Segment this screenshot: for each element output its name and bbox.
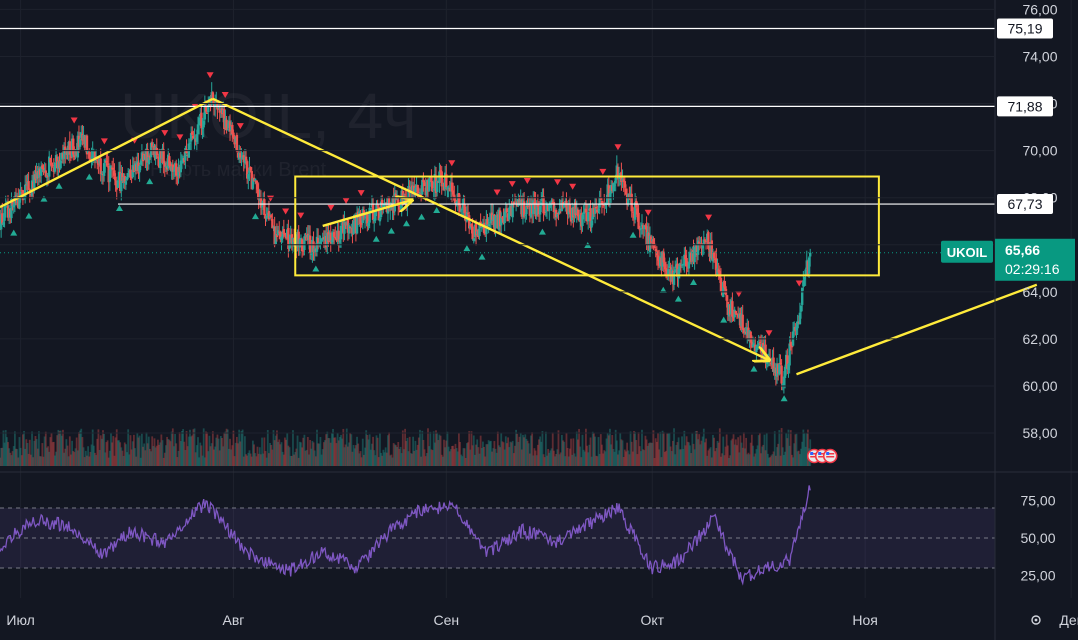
candle-body[interactable] (778, 364, 781, 375)
buy-signal-marker (720, 316, 728, 323)
sell-signal-marker (357, 190, 365, 197)
rsi-axis[interactable]: 75,00 50,00 25,00 (1020, 493, 1055, 584)
candle-body[interactable] (731, 301, 734, 317)
price-tick-label: 60,00 (1022, 378, 1057, 394)
sell-signal-marker (493, 189, 501, 196)
candle-body[interactable] (4, 206, 7, 208)
sell-signal-marker (795, 280, 803, 287)
rsi-tick-label: 75,00 (1020, 493, 1055, 509)
sell-signal-marker (644, 209, 652, 216)
time-tick-label: Ноя (852, 612, 877, 628)
price-pane[interactable]: UKOIL, 4ч Нефть марки Brent (0, 27, 1038, 466)
buy-signal-marker (387, 227, 395, 234)
candle-body[interactable] (505, 208, 509, 213)
buy-signal-marker (312, 265, 320, 272)
candle-body[interactable] (471, 226, 474, 240)
rsi-tick-label: 50,00 (1020, 530, 1055, 546)
event-flag-icon[interactable] (822, 448, 838, 464)
buy-signal-marker (25, 212, 33, 219)
buy-signal-marker (538, 228, 546, 235)
buy-signal-marker (402, 220, 410, 227)
sell-signal-marker (448, 160, 456, 167)
candle-body[interactable] (741, 314, 744, 330)
economic-events[interactable] (806, 448, 838, 464)
range-rectangle[interactable] (294, 175, 880, 277)
buy-signal-marker (40, 195, 48, 202)
time-tick-label: Дек (1059, 612, 1078, 628)
candle-body[interactable] (494, 215, 497, 229)
current-price-label: 65,66 (1005, 242, 1040, 258)
sell-signal-marker (327, 204, 335, 211)
sell-signal-marker (599, 168, 607, 175)
candle-body[interactable] (263, 199, 266, 216)
sell-signal-marker (282, 208, 290, 215)
buy-signal-marker (629, 231, 637, 238)
candle-body[interactable] (780, 365, 783, 384)
candle-body[interactable] (672, 272, 676, 285)
buy-signal-marker (750, 365, 758, 372)
sell-signal-marker (100, 138, 108, 145)
level-badge-label: 71,88 (1007, 98, 1042, 114)
sell-signal-marker (70, 117, 78, 124)
symbol-tag-label: UKOIL (947, 245, 988, 260)
price-tick-label: 70,00 (1022, 143, 1057, 159)
price-tick-label: 62,00 (1022, 331, 1057, 347)
price-tick-label: 74,00 (1022, 48, 1057, 64)
buy-signal-marker (372, 235, 380, 242)
candle-body[interactable] (124, 181, 128, 185)
rsi-pane[interactable] (0, 485, 995, 586)
price-tick-label: 76,00 (1022, 1, 1057, 17)
time-tick-label: Июл (6, 612, 34, 628)
watermark-title: UKOIL, 4ч (120, 80, 417, 152)
volume-bars (0, 428, 812, 466)
price-tick-label: 64,00 (1022, 284, 1057, 300)
sell-signal-marker (569, 183, 577, 190)
sell-signal-marker (342, 197, 350, 204)
time-tick-label: Сен (433, 612, 459, 628)
countdown-label: 02:29:16 (1005, 261, 1060, 277)
settings-icon[interactable] (1031, 615, 1041, 625)
candle-body[interactable] (587, 212, 590, 222)
buy-signal-marker (478, 253, 486, 260)
trend-arrow[interactable] (212, 97, 769, 360)
candle-body[interactable] (809, 252, 812, 257)
buy-signal-marker (10, 229, 18, 236)
buy-signal-marker (418, 213, 426, 220)
sell-signal-marker (554, 179, 562, 186)
time-tick-label: Авг (223, 612, 245, 628)
rsi-tick-label: 25,00 (1020, 568, 1055, 584)
chart-root[interactable]: Июл Авг Сен Окт Ноя Дек UKOIL, 4ч Нефть марки… (0, 0, 1078, 640)
buy-signal-marker (689, 279, 697, 286)
trend-line[interactable] (796, 283, 1038, 376)
sell-signal-marker (523, 177, 531, 184)
sell-signal-marker (765, 330, 773, 337)
candle-body[interactable] (235, 134, 239, 152)
buy-signal-marker (251, 213, 259, 220)
level-badge-label: 75,19 (1007, 20, 1042, 36)
buy-signal-marker (463, 245, 471, 252)
buy-signal-marker (780, 395, 788, 402)
sell-signal-marker (614, 144, 622, 151)
time-tick-label: Окт (640, 612, 664, 628)
candle-body[interactable] (308, 235, 312, 253)
buy-signal-marker (674, 295, 682, 302)
sell-signal-marker (297, 212, 305, 219)
price-tick-label: 58,00 (1022, 425, 1057, 441)
sell-signal-marker (206, 72, 214, 79)
sell-signal-marker (705, 214, 713, 221)
level-badge-label: 67,73 (1007, 196, 1042, 212)
buy-signal-marker (433, 206, 441, 213)
buy-signal-marker (115, 205, 123, 212)
sell-signal-marker (508, 181, 516, 188)
candle-body[interactable] (667, 269, 670, 275)
buy-signal-marker (55, 182, 63, 189)
buy-signal-marker (85, 173, 93, 180)
sell-signal-marker (267, 195, 275, 202)
